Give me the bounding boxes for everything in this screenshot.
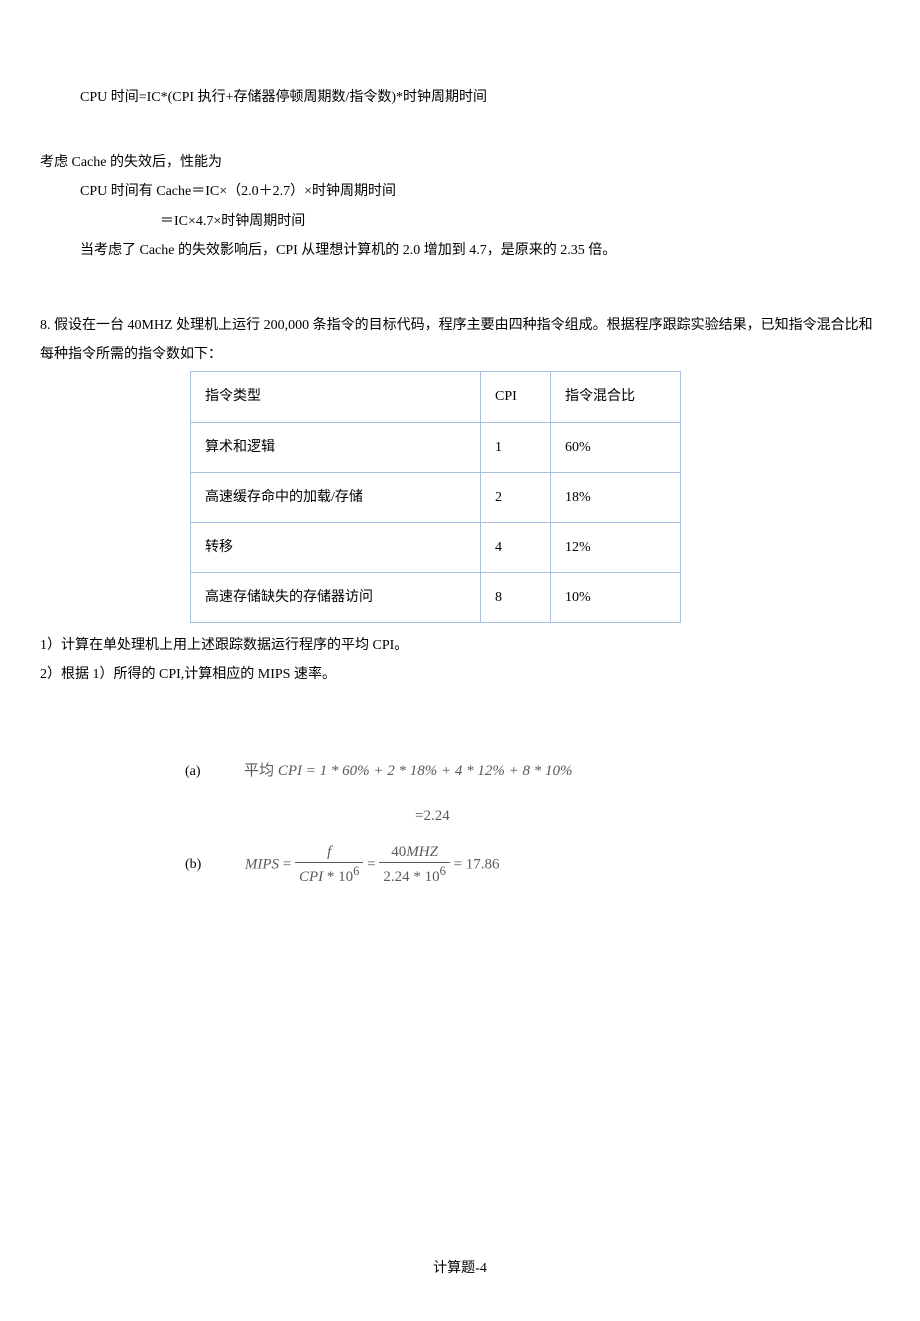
- table-header-type: 指令类型: [191, 372, 481, 422]
- table-cell: 算术和逻辑: [191, 422, 481, 472]
- table-cell: 10%: [551, 573, 681, 623]
- table-header-mix: 指令混合比: [551, 372, 681, 422]
- q8-sub1: 1）计算在单处理机上用上述跟踪数据运行程序的平均 CPI。: [40, 633, 880, 658]
- cpu-time-cache-line1: CPU 时间有 Cache＝IC×（2.0＋2.7）×时钟周期时间: [40, 179, 880, 204]
- answer-a-formula: 平均 CPI = 1 * 60% + 2 * 18% + 4 * 12% + 8…: [244, 758, 572, 785]
- table-row: 转移 4 12%: [191, 522, 681, 572]
- eq-sign: =: [279, 856, 295, 872]
- page-footer: 计算题-4: [40, 1256, 880, 1281]
- table-row: 算术和逻辑 1 60%: [191, 422, 681, 472]
- answer-b-row: (b) MIPS = f CPI * 106 = 40MHZ 2.24 * 10…: [185, 844, 880, 886]
- table-cell: 4: [481, 522, 551, 572]
- table-cell: 1: [481, 422, 551, 472]
- frac1-den-cpi: CPI: [299, 869, 323, 885]
- eq-sign-2: =: [363, 856, 379, 872]
- table-row: 高速缓存命中的加载/存储 2 18%: [191, 472, 681, 522]
- frac2-num: 40MHZ: [379, 844, 450, 864]
- q8-sub2: 2）根据 1）所得的 CPI,计算相应的 MIPS 速率。: [40, 662, 880, 687]
- table-row: 高速存储缺失的存储器访问 8 10%: [191, 573, 681, 623]
- cpu-time-cache-line2: ＝IC×4.7×时钟周期时间: [40, 209, 880, 234]
- table-cell: 转移: [191, 522, 481, 572]
- mips-symbol: MIPS: [245, 856, 279, 872]
- cpi-expression: CPI = 1 * 60% + 2 * 18% + 4 * 12% + 8 * …: [278, 763, 573, 779]
- cpi-increase-note: 当考虑了 Cache 的失效影响后，CPI 从理想计算机的 2.0 增加到 4.…: [40, 238, 880, 263]
- frac2-num-val: 40: [391, 844, 406, 860]
- answers-block: (a) 平均 CPI = 1 * 60% + 2 * 18% + 4 * 12%…: [40, 758, 880, 886]
- cpu-time-formula: CPU 时间=IC*(CPI 执行+存储器停顿周期数/指令数)*时钟周期时间: [40, 85, 880, 110]
- table-cell: 8: [481, 573, 551, 623]
- frac1-den: CPI * 106: [295, 863, 363, 886]
- instruction-table: 指令类型 CPI 指令混合比 算术和逻辑 1 60% 高速缓存命中的加载/存储 …: [190, 371, 681, 623]
- answer-a-result: =2.24: [185, 803, 880, 830]
- frac1-num: f: [295, 844, 363, 864]
- q8-stem-line2: 每种指令所需的指令数如下：: [40, 342, 880, 367]
- mips-result: = 17.86: [450, 856, 500, 872]
- fraction-2: 40MHZ 2.24 * 106: [379, 844, 450, 886]
- table-cell: 2: [481, 472, 551, 522]
- fraction-1: f CPI * 106: [295, 844, 363, 886]
- table-cell: 18%: [551, 472, 681, 522]
- cache-note: 考虑 Cache 的失效后，性能为: [40, 150, 880, 175]
- answer-a-label: (a): [185, 759, 201, 784]
- frac2-num-unit: MHZ: [406, 844, 438, 860]
- frac2-den: 2.24 * 106: [379, 863, 450, 886]
- answer-a-row: (a) 平均 CPI = 1 * 60% + 2 * 18% + 4 * 12%…: [185, 758, 880, 785]
- table-cell: 60%: [551, 422, 681, 472]
- table-header-cpi: CPI: [481, 372, 551, 422]
- answer-b-label: (b): [185, 852, 201, 877]
- frac1-den-mul: * 10: [323, 869, 353, 885]
- frac1-den-exp: 6: [353, 864, 359, 878]
- frac2-den-exp: 6: [440, 864, 446, 878]
- frac2-den-val: 2.24 * 10: [383, 869, 439, 885]
- avg-prefix: 平均: [244, 763, 278, 779]
- q8-stem-line1: 8. 假设在一台 40MHZ 处理机上运行 200,000 条指令的目标代码，程…: [40, 313, 880, 338]
- table-cell: 高速存储缺失的存储器访问: [191, 573, 481, 623]
- answer-b-formula: MIPS = f CPI * 106 = 40MHZ 2.24 * 106 = …: [245, 844, 500, 886]
- table-cell: 高速缓存命中的加载/存储: [191, 472, 481, 522]
- table-cell: 12%: [551, 522, 681, 572]
- table-row: 指令类型 CPI 指令混合比: [191, 372, 681, 422]
